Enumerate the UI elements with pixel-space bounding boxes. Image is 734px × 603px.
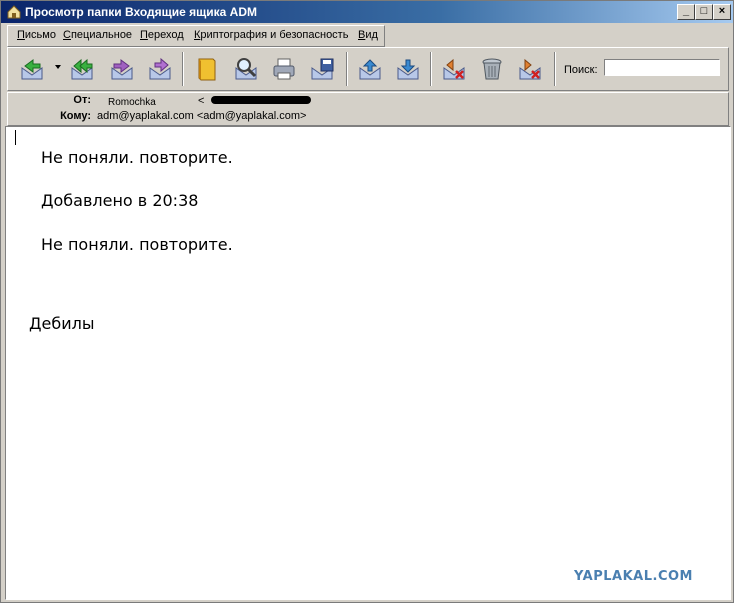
save-button[interactable] <box>308 55 336 83</box>
delete-message-icon <box>443 58 465 80</box>
redacted-address <box>211 96 311 104</box>
maximize-button[interactable]: □ <box>695 4 713 20</box>
delete-forward-icon <box>519 58 541 80</box>
toolbar-separator <box>430 52 432 86</box>
forward-button[interactable] <box>108 55 136 83</box>
find-icon <box>235 58 257 80</box>
print-button[interactable] <box>270 55 298 83</box>
from-label: От: <box>73 94 91 106</box>
print-icon <box>273 58 295 80</box>
menu-item-navigate[interactable]: Переход <box>140 29 184 41</box>
reply-button[interactable] <box>18 55 46 83</box>
address-book-button[interactable] <box>192 55 220 83</box>
redirect-button[interactable] <box>146 55 174 83</box>
message-line: Не поняли. повторите. <box>41 235 233 254</box>
text-caret <box>15 130 16 145</box>
mail-viewer-window: Просмотр папки Входящие ящика ADM _ □ × … <box>0 0 734 603</box>
delete-message-button[interactable] <box>440 55 468 83</box>
menu-item-crypto[interactable]: Криптография и безопасность <box>194 29 348 41</box>
from-address-close: > <box>304 95 311 107</box>
folder-house-icon <box>7 5 21 19</box>
save-icon <box>311 58 334 80</box>
redirect-icon <box>149 57 171 80</box>
message-body[interactable]: Не поняли. повторите. Добавлено в 20:38 … <box>5 126 731 600</box>
next-message-icon <box>397 59 419 80</box>
to-label: Кому: <box>60 110 91 122</box>
search-label: Поиск: <box>564 64 598 76</box>
menu-item-view[interactable]: Вид <box>358 29 378 41</box>
title-bar[interactable]: Просмотр папки Входящие ящика ADM _ □ × <box>1 1 733 23</box>
menu-bar: Письмо Специальное Переход Криптография … <box>7 25 385 47</box>
toolbar-separator <box>346 52 348 86</box>
toolbar-separator <box>182 52 184 86</box>
minimize-button[interactable]: _ <box>677 4 695 20</box>
trash-icon <box>482 58 502 80</box>
reply-dropdown-arrow[interactable] <box>55 65 61 69</box>
message-header: От: Romochka < > Кому: adm@yaplakal.com … <box>7 92 729 126</box>
search-input[interactable] <box>604 59 720 76</box>
address-book-icon <box>198 58 216 81</box>
message-line: Дебилы <box>29 314 95 333</box>
toolbar-separator <box>554 52 556 86</box>
message-line: Не поняли. повторите. <box>41 148 233 167</box>
to-value[interactable]: adm@yaplakal.com <adm@yaplakal.com> <box>97 110 306 122</box>
menu-item-special[interactable]: Специальное <box>63 29 132 41</box>
watermark: YAPLAKAL.COM <box>574 569 693 584</box>
next-message-button[interactable] <box>394 55 422 83</box>
reply-all-icon <box>71 58 93 80</box>
find-button[interactable] <box>232 55 260 83</box>
menu-item-letter[interactable]: Письмо <box>17 29 56 41</box>
reply-all-button[interactable] <box>68 55 96 83</box>
forward-icon <box>111 59 133 80</box>
toolbar: Поиск: <box>7 47 729 91</box>
from-name[interactable]: Romochka <box>108 97 156 108</box>
message-line: Добавлено в 20:38 <box>41 191 199 210</box>
from-address-open: < <box>198 95 205 107</box>
previous-message-icon <box>359 59 381 80</box>
delete-forward-button[interactable] <box>516 55 544 83</box>
close-button[interactable]: × <box>713 4 731 20</box>
trash-button[interactable] <box>478 55 506 83</box>
window-title: Просмотр папки Входящие ящика ADM <box>25 5 258 19</box>
reply-icon <box>21 59 43 80</box>
previous-message-button[interactable] <box>356 55 384 83</box>
